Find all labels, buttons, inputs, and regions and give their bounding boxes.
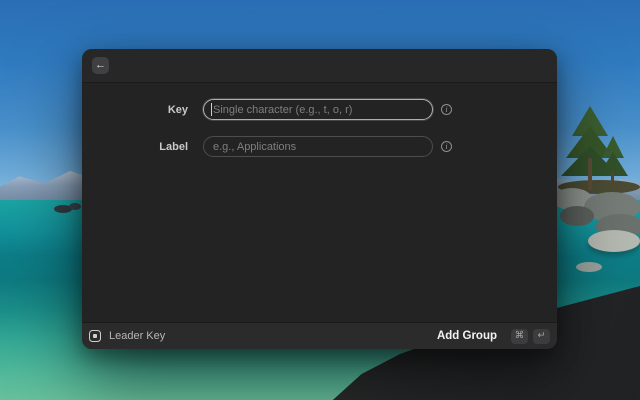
footer-actions: Add Group ⌘ ↵ (437, 329, 550, 344)
back-arrow-icon: ← (95, 60, 106, 71)
dialog-body: Key i Label i (82, 83, 557, 322)
app-name: Leader Key (109, 330, 165, 342)
dialog-footer: Leader Key Add Group ⌘ ↵ (82, 322, 557, 349)
keycap-dot-icon (93, 334, 97, 338)
pine-tree-trunk (588, 158, 592, 190)
leader-key-app-icon (89, 330, 101, 342)
dialog-header: ← (82, 49, 557, 83)
label-input[interactable] (203, 136, 433, 157)
label-input-wrap (203, 136, 433, 157)
key-input[interactable] (203, 99, 433, 120)
info-icon[interactable]: i (441, 141, 452, 152)
pine-tree-trunk (611, 172, 614, 188)
label-field-label: Label (82, 141, 188, 153)
wallpaper-boulder (576, 262, 602, 272)
wallpaper-rock (69, 203, 81, 210)
key-input-wrap (203, 99, 433, 120)
return-key-icon[interactable]: ↵ (533, 329, 550, 344)
app-badge: Leader Key (89, 330, 165, 342)
text-cursor (211, 103, 212, 116)
info-icon[interactable]: i (441, 104, 452, 115)
label-form-row: Label i (82, 136, 557, 157)
wallpaper-boulder (560, 206, 594, 226)
key-form-row: Key i (82, 99, 557, 120)
add-group-button[interactable]: Add Group (437, 330, 497, 342)
wallpaper-boulder (588, 230, 640, 252)
command-key-icon[interactable]: ⌘ (511, 329, 528, 344)
back-button[interactable]: ← (92, 57, 109, 74)
key-field-label: Key (82, 104, 188, 116)
add-group-dialog: ← Key i Label i (82, 49, 557, 349)
